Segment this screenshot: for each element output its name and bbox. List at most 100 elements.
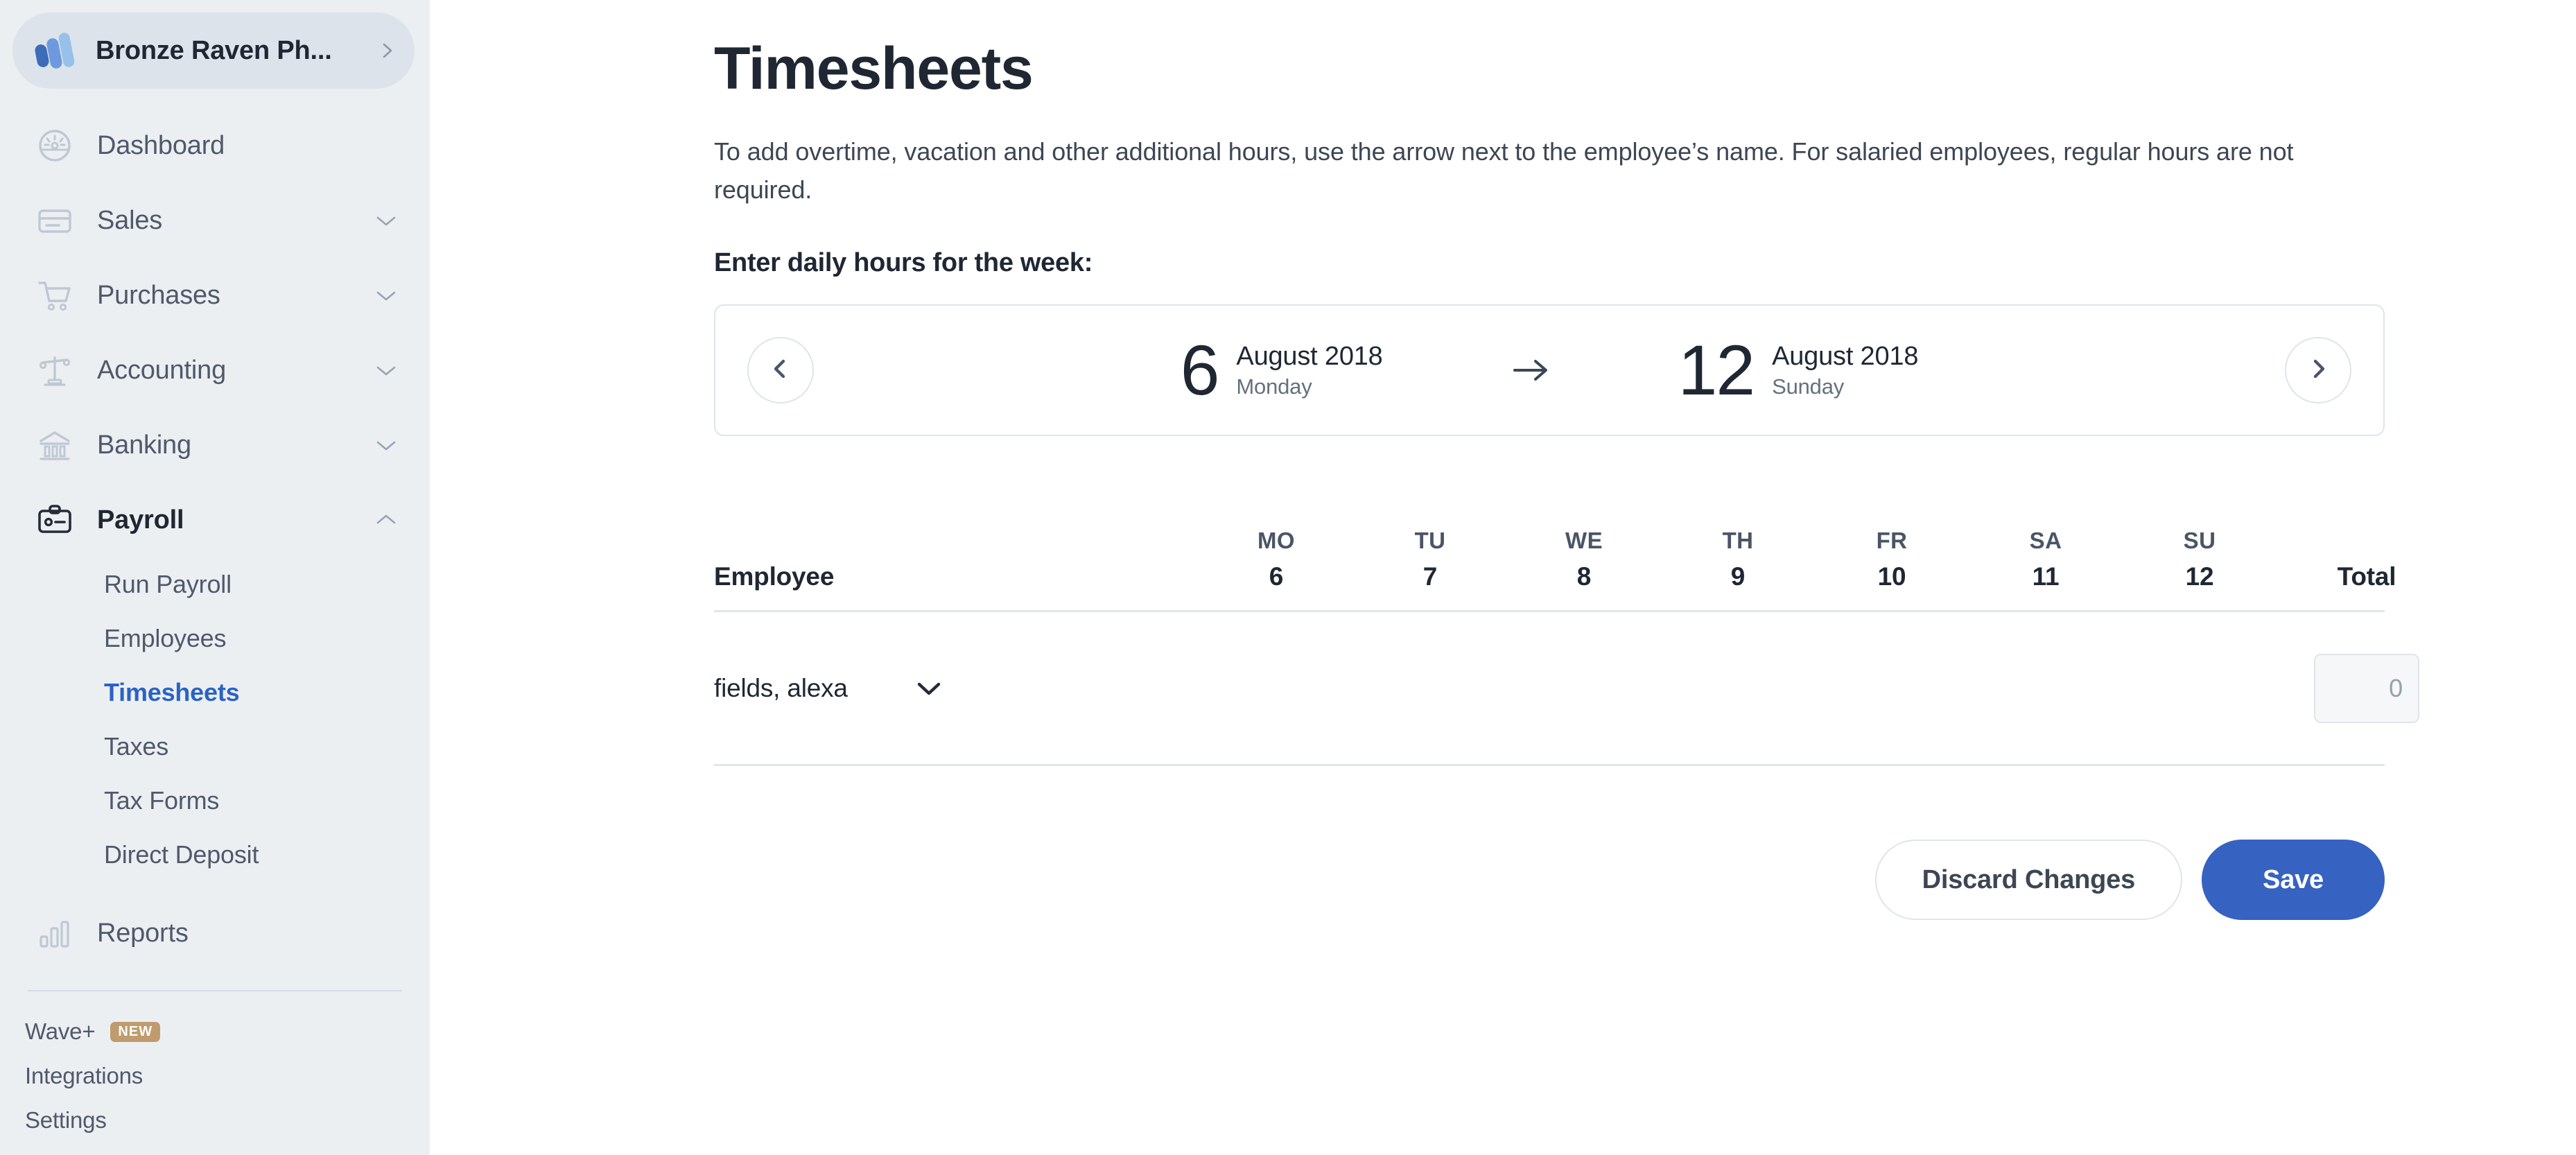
chevron-right-icon	[378, 42, 397, 60]
sidebar: Bronze Raven Ph... Dashboard Sales Purch…	[0, 0, 430, 1155]
sidebar-item-banking[interactable]: Banking	[0, 408, 430, 483]
chevron-left-icon	[767, 355, 794, 386]
form-actions: Discard Changes Save	[714, 840, 2385, 921]
timesheet-table: Employee MO 6 TU 7 WE 8 TH 9 FR 10 SA 11…	[714, 523, 2419, 767]
week-end-date: 12 August 2018 Sunday	[1678, 335, 1919, 406]
column-header-saturday: SA 11	[1969, 523, 2123, 595]
date-label: 8	[1576, 562, 1592, 591]
sidebar-item-taxes[interactable]: Taxes	[0, 720, 430, 774]
subnav-label: Taxes	[104, 732, 169, 761]
column-header-thursday: TH 9	[1661, 523, 1815, 595]
sidebar-item-reports[interactable]: Reports	[0, 896, 430, 971]
sidebar-item-dashboard[interactable]: Dashboard	[0, 108, 430, 183]
scales-balance-icon	[35, 350, 75, 390]
credit-card-icon	[35, 200, 75, 241]
sidebar-item-timesheets[interactable]: Timesheets	[0, 666, 430, 720]
payroll-subnav: Run Payroll Employees Timesheets Taxes T…	[0, 557, 430, 882]
org-switcher[interactable]: Bronze Raven Ph...	[12, 12, 415, 89]
org-name: Bronze Raven Ph...	[96, 35, 332, 65]
chevron-down-icon	[374, 288, 398, 302]
dow-label: FR	[1876, 528, 1908, 554]
shopping-cart-icon	[35, 275, 75, 315]
date-label: 11	[2032, 562, 2060, 591]
week-range: 6 August 2018 Monday 12 August 2018 Sund…	[814, 335, 2285, 406]
status-badge: NEW	[110, 1021, 161, 1042]
wave-logo-icon	[35, 31, 78, 71]
sidebar-item-employees[interactable]: Employees	[0, 611, 430, 666]
week-start-month-year: August 2018	[1236, 342, 1383, 372]
dow-label: TH	[1722, 528, 1754, 554]
sidebar-item-sales[interactable]: Sales	[0, 183, 430, 258]
chevron-down-icon	[374, 438, 398, 452]
dow-label: MO	[1257, 528, 1295, 554]
sidebar-item-accounting[interactable]: Accounting	[0, 333, 430, 408]
chevron-down-icon[interactable]	[914, 679, 943, 697]
week-start-day-number: 6	[1180, 331, 1220, 410]
discard-changes-button[interactable]: Discard Changes	[1874, 840, 2183, 921]
sidebar-divider	[28, 990, 402, 991]
week-end-weekday: Sunday	[1772, 374, 1845, 399]
table-header-row: Employee MO 6 TU 7 WE 8 TH 9 FR 10 SA 11…	[714, 523, 2396, 613]
sidebar-item-payroll[interactable]: Payroll	[0, 483, 430, 557]
employee-name: fields, alexa	[714, 673, 848, 702]
page-title: Timesheets	[714, 35, 1034, 102]
main-content: Timesheets To add overtime, vacation and…	[430, 0, 2576, 1155]
sidebar-item-integrations[interactable]: Integrations	[25, 1054, 430, 1098]
save-button[interactable]: Save	[2202, 840, 2385, 921]
subnav-label: Employees	[104, 624, 227, 652]
id-badge-icon	[35, 500, 75, 540]
chevron-down-icon	[374, 363, 398, 377]
dow-label: SU	[2183, 528, 2216, 554]
dow-label: SA	[2029, 528, 2062, 554]
date-label: 6	[1269, 562, 1284, 591]
sidebar-item-wave-plus[interactable]: Wave+ NEW	[25, 1009, 430, 1054]
sidebar-item-tax-forms[interactable]: Tax Forms	[0, 774, 430, 828]
date-label: 10	[1877, 562, 1906, 591]
app-root: Bronze Raven Ph... Dashboard Sales Purch…	[0, 0, 2576, 1155]
column-header-sunday: SU 12	[2123, 523, 2277, 595]
dow-label: WE	[1565, 528, 1603, 554]
footer-link-label: Settings	[25, 1107, 107, 1133]
sidebar-item-label: Accounting	[97, 355, 227, 385]
sidebar-item-label: Dashboard	[97, 130, 225, 160]
subnav-label: Tax Forms	[104, 786, 220, 815]
column-header-total: Total	[2337, 562, 2396, 591]
footer-link-label: Integrations	[25, 1063, 143, 1088]
arrow-right-icon	[1508, 354, 1554, 386]
chevron-right-icon	[2304, 355, 2332, 386]
date-label: 12	[2185, 562, 2214, 591]
page-description: To add overtime, vacation and other addi…	[714, 137, 2294, 205]
column-header-tuesday: TU 7	[1353, 523, 1507, 595]
column-header-monday: MO 6	[1199, 523, 1353, 595]
bar-chart-icon	[35, 913, 75, 953]
dow-label: TU	[1414, 528, 1446, 554]
dashboard-gauge-icon	[35, 125, 75, 166]
week-end-month-year: August 2018	[1772, 342, 1919, 372]
sidebar-item-run-payroll[interactable]: Run Payroll	[0, 557, 430, 611]
chevron-up-icon	[374, 513, 398, 527]
sidebar-item-label: Banking	[97, 430, 191, 460]
chevron-down-icon	[374, 214, 398, 227]
next-week-button[interactable]	[2285, 337, 2351, 404]
column-header-employee: Employee	[714, 562, 835, 591]
main-nav: Dashboard Sales Purchases Accounting Ban…	[0, 108, 430, 971]
week-start-weekday: Monday	[1236, 374, 1312, 399]
subnav-label: Timesheets	[104, 678, 240, 706]
column-header-wednesday: WE 8	[1507, 523, 1661, 595]
row-total-input	[2314, 653, 2419, 723]
sidebar-item-label: Sales	[97, 205, 163, 235]
section-label: Enter daily hours for the week:	[714, 248, 1093, 278]
date-label: 9	[1730, 562, 1746, 591]
week-selector: 6 August 2018 Monday 12 August 2018 Sund…	[714, 304, 2385, 437]
week-end-day-number: 12	[1678, 331, 1755, 410]
sidebar-item-settings[interactable]: Settings	[25, 1098, 430, 1143]
sidebar-item-label: Reports	[97, 918, 189, 948]
sidebar-item-purchases[interactable]: Purchases	[0, 258, 430, 333]
previous-week-button[interactable]	[747, 337, 814, 404]
sidebar-item-direct-deposit[interactable]: Direct Deposit	[0, 828, 430, 882]
table-row: fields, alexa	[714, 612, 2419, 767]
sidebar-footer: Wave+ NEW Integrations Settings	[0, 1009, 430, 1143]
subnav-label: Direct Deposit	[104, 840, 259, 869]
subnav-label: Run Payroll	[104, 570, 232, 598]
footer-link-label: Wave+	[25, 1018, 96, 1044]
